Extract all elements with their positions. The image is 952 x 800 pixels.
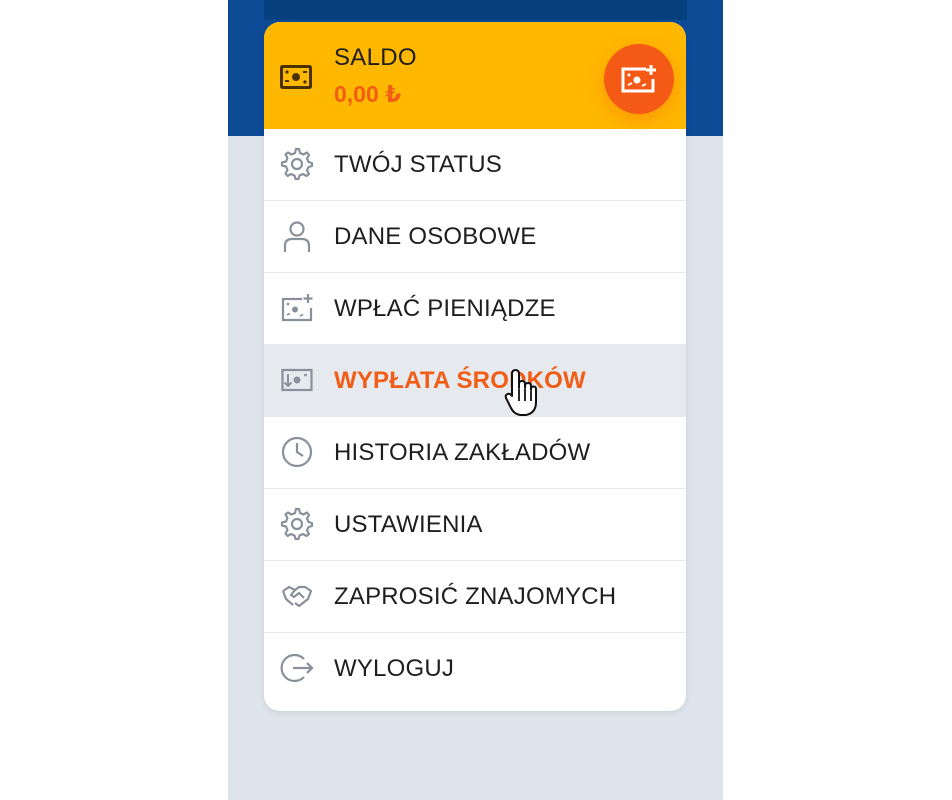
balance-label: SALDO	[334, 44, 417, 71]
screen: SALDO 0,00 ₺ TWÓJ STATUS DANE OSOBOWE WP…	[0, 0, 952, 800]
menu-item-label: USTAWIENIA	[334, 511, 483, 538]
clock-icon	[281, 436, 313, 468]
menu-item-invite-friends[interactable]: ZAPROSIĆ ZNAJOMYCH	[264, 561, 686, 633]
logout-icon	[280, 653, 314, 683]
banknote-icon	[280, 65, 312, 89]
menu-item-label: DANE OSOBOWE	[334, 223, 537, 250]
user-icon	[283, 221, 311, 252]
handshake-icon	[281, 585, 313, 608]
menu-item-label: WYLOGUJ	[334, 655, 455, 682]
gear-icon	[280, 147, 314, 181]
menu-item-settings[interactable]: USTAWIENIA	[264, 489, 686, 561]
menu-item-logout[interactable]: WYLOGUJ	[264, 633, 686, 705]
menu-item-label: WYPŁATA ŚRODKÓW	[334, 367, 586, 394]
banknote-plus-icon	[621, 65, 656, 93]
menu-item-label: TWÓJ STATUS	[334, 151, 502, 178]
account-dropdown-menu: SALDO 0,00 ₺ TWÓJ STATUS DANE OSOBOWE WP…	[264, 22, 686, 711]
banknote-withdraw-icon	[281, 368, 313, 392]
menu-items: TWÓJ STATUS DANE OSOBOWE WPŁAĆ PIENIĄDZE	[264, 129, 686, 705]
top-nav-strip	[264, 0, 687, 20]
menu-item-status[interactable]: TWÓJ STATUS	[264, 129, 686, 201]
menu-item-personal-data[interactable]: DANE OSOBOWE	[264, 201, 686, 273]
menu-item-label: WPŁAĆ PIENIĄDZE	[334, 295, 556, 322]
menu-item-withdraw[interactable]: WYPŁATA ŚRODKÓW	[264, 345, 686, 417]
banknote-plus-icon	[281, 294, 313, 322]
balance-header: SALDO 0,00 ₺	[264, 22, 686, 129]
gear-icon	[280, 507, 314, 541]
menu-item-bet-history[interactable]: HISTORIA ZAKŁADÓW	[264, 417, 686, 489]
menu-item-deposit[interactable]: WPŁAĆ PIENIĄDZE	[264, 273, 686, 345]
balance-amount: 0,00 ₺	[334, 81, 402, 107]
menu-item-label: HISTORIA ZAKŁADÓW	[334, 439, 591, 466]
quick-deposit-button[interactable]	[604, 44, 674, 114]
menu-item-label: ZAPROSIĆ ZNAJOMYCH	[334, 583, 617, 610]
